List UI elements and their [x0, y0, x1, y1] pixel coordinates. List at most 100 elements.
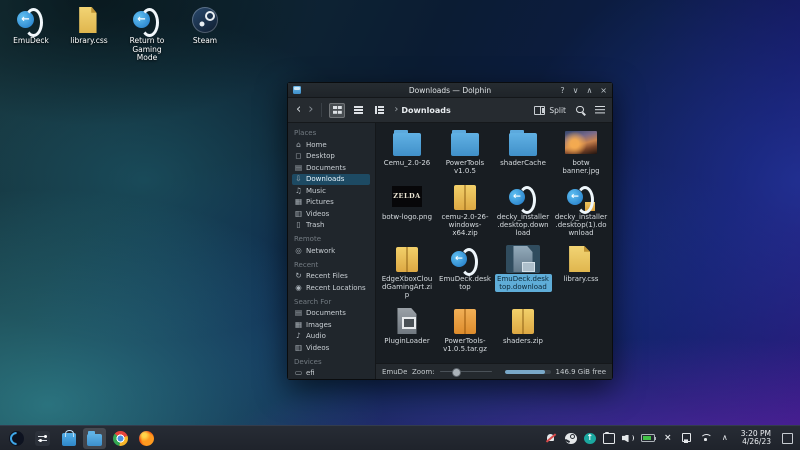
updates-icon[interactable]: ↑ [583, 432, 596, 444]
sidebar-item[interactable]: ⇩ Downloads [292, 173, 370, 185]
zelda-logo-icon [390, 183, 424, 211]
device-notifier-icon[interactable] [681, 433, 693, 443]
file-item[interactable]: shaders.zip [494, 307, 552, 354]
help-button[interactable]: ? [560, 86, 564, 95]
file-item[interactable]: botw-logo.png [378, 183, 436, 238]
search-videos-icon: ▥ [294, 342, 303, 352]
file-name: botw-logo.png [381, 213, 433, 221]
file-name: PowerTools-v1.0.5.tar.gz [443, 337, 487, 353]
sidebar-section: Places ⌂ Home ◻ Desktop ▤ Documents ⇩ Do… [292, 129, 375, 231]
clock[interactable]: 3:20 PM 4/26/23 [741, 429, 771, 447]
sidebar-section: Search For ▤ Documents ▦ Images ♪ Audio … [292, 298, 375, 354]
sidebar-item[interactable]: ▥ Videos [292, 342, 370, 354]
file-item[interactable]: Cemu_2.0-26 [378, 129, 436, 176]
sidebar-item[interactable]: ♪ Audio [292, 331, 370, 343]
places-sidebar: Places ⌂ Home ◻ Desktop ▤ Documents ⇩ Do… [288, 123, 376, 379]
sidebar-item[interactable]: ▤ Documents [292, 308, 370, 320]
sidebar-item[interactable]: ♫ Music [292, 185, 370, 197]
sidebar-section-items: ▭ efi ▭ rootfs [292, 368, 375, 380]
steam-tray-icon[interactable] [564, 432, 577, 444]
dolphin-window: Downloads — Dolphin ? ∨ ∧ × ‹ › › Downlo… [287, 82, 613, 380]
sidebar-item-label: Downloads [306, 175, 345, 183]
expand-tray-icon[interactable]: ∧ [719, 432, 731, 445]
firefox-icon [139, 430, 154, 446]
archive-orange-icon [448, 307, 482, 335]
sidebar-item[interactable]: ◻ Desktop [292, 151, 370, 163]
taskbar-app-button[interactable] [83, 427, 106, 449]
file-item[interactable]: decky_installer.desktop(1).download [552, 183, 610, 238]
forward-button[interactable]: › [307, 103, 314, 116]
search-icon[interactable] [575, 105, 586, 116]
launcher-icon [9, 430, 24, 446]
file-item[interactable]: botw banner.jpg [552, 129, 610, 176]
bluetooth-icon[interactable]: × [662, 432, 674, 445]
desktop-icon-label: Steam [192, 36, 218, 45]
desktop-icon[interactable]: Steam [180, 6, 230, 63]
file-view[interactable]: Cemu_2.0-26 PowerTools v1.0.5 shaderCach… [376, 123, 612, 363]
clock-date: 4/26/23 [742, 437, 771, 446]
sidebar-item[interactable]: ▦ Pictures [292, 197, 370, 209]
volume-icon[interactable] [622, 433, 634, 444]
desktop: EmuDeck library.css Return to Gaming Mod… [0, 0, 800, 450]
toolbar-separator [321, 103, 323, 117]
sidebar-section-items: ↻ Recent Files ◉ Recent Locations [292, 271, 375, 294]
notifications-muted-icon[interactable] [546, 433, 558, 444]
taskbar-app-button[interactable] [31, 428, 54, 449]
file-item[interactable]: PowerTools v1.0.5 [436, 129, 494, 176]
chrome-icon [113, 430, 128, 446]
file-item[interactable]: PluginLoader [378, 307, 436, 354]
sidebar-item[interactable]: ▤ Documents [292, 162, 370, 174]
details-view-button[interactable] [350, 103, 366, 118]
sidebar-item-label: Audio [306, 332, 326, 340]
desktop-icon[interactable]: Return to Gaming Mode [122, 6, 172, 63]
settings-icon [35, 430, 50, 446]
icons-view-button[interactable] [329, 102, 346, 118]
taskbar-app-button[interactable] [5, 428, 28, 449]
show-desktop-button[interactable] [782, 432, 793, 444]
wifi-icon[interactable] [700, 434, 712, 443]
file-item[interactable]: PowerTools-v1.0.5.tar.gz [436, 307, 494, 354]
maximize-button[interactable]: ∧ [586, 86, 592, 95]
sidebar-item[interactable]: ↻ Recent Files [292, 271, 370, 283]
file-item[interactable]: shaderCache [494, 129, 552, 176]
sidebar-item[interactable]: ⌂ Home [292, 139, 370, 151]
taskbar-app-button[interactable] [135, 428, 158, 449]
file-item[interactable]: EmuDeck.desktop [436, 245, 494, 300]
zoom-slider[interactable] [439, 367, 492, 377]
desktop-icon[interactable]: library.css [64, 6, 114, 63]
clipboard-icon[interactable] [602, 431, 615, 444]
taskbar-apps [5, 427, 158, 449]
split-button[interactable]: Split [534, 105, 566, 115]
sidebar-item[interactable]: ▯ Trash [292, 220, 370, 232]
breadcrumb[interactable]: › Downloads [394, 105, 450, 115]
list-view-icon [353, 106, 363, 115]
breadcrumb-location[interactable]: Downloads [401, 106, 450, 115]
sidebar-item[interactable]: ▦ Images [292, 319, 370, 331]
back-button[interactable]: ‹ [295, 103, 302, 116]
tree-view-button[interactable] [371, 103, 387, 118]
sidebar-item[interactable]: ▥ Videos [292, 208, 370, 220]
minimize-button[interactable]: ∨ [573, 86, 579, 95]
sidebar-item[interactable]: ◎ Network [292, 245, 370, 257]
sidebar-item[interactable]: ◉ Recent Locations [292, 282, 370, 294]
file-item[interactable]: EdgeXboxCloudGamingArt.zip [378, 245, 436, 300]
file-item[interactable]: EmuDeck.desktop.download [494, 245, 552, 300]
hamburger-menu-icon[interactable] [595, 105, 605, 115]
sidebar-section-items: ◎ Network [292, 245, 375, 257]
file-item[interactable]: cemu-2.0-26-windows-x64.zip [436, 183, 494, 238]
sidebar-section: Recent ↻ Recent Files ◉ Recent Locations [292, 261, 375, 294]
battery-icon[interactable] [640, 434, 657, 442]
close-button[interactable]: × [600, 86, 607, 95]
sidebar-item[interactable]: ▭ efi [292, 368, 370, 380]
desktop-icon[interactable]: EmuDeck [6, 6, 56, 63]
window-titlebar[interactable]: Downloads — Dolphin ? ∨ ∧ × [288, 83, 612, 98]
file-name: decky_installer.desktop.download [496, 213, 550, 237]
taskbar-app-button[interactable] [57, 428, 80, 449]
file-item[interactable]: decky_installer.desktop.download [494, 183, 552, 238]
status-bar: EmuDeck.deskt...entry, 411 B) Zoom: 146.… [376, 363, 612, 379]
desktop-icon-label: library.css [70, 36, 108, 45]
folder-icon [506, 129, 540, 157]
file-item[interactable]: library.css [552, 245, 610, 300]
sidebar-item-label: Images [306, 320, 332, 329]
taskbar-app-button[interactable] [109, 428, 132, 449]
